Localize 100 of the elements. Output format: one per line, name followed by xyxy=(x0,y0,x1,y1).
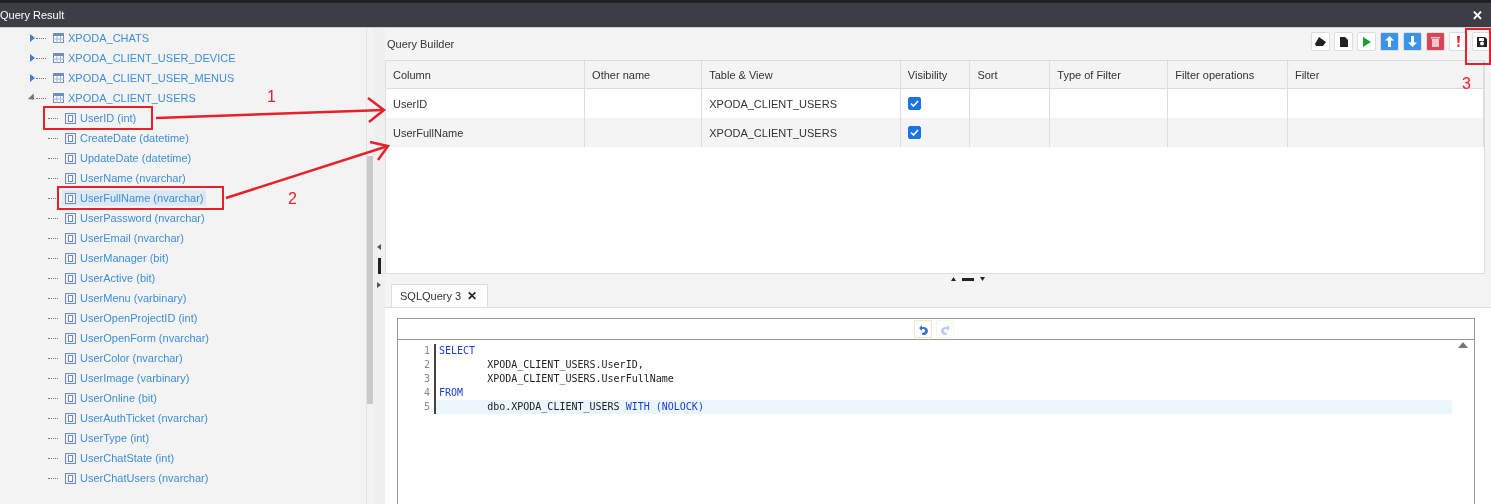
column-header[interactable]: Sort xyxy=(969,61,1050,89)
tree-item[interactable]: UserManager (bit) xyxy=(62,250,172,266)
delete-button[interactable] xyxy=(1426,32,1445,51)
column-header[interactable]: Column xyxy=(386,61,585,89)
tree-item[interactable]: UserOpenProjectID (int) xyxy=(62,310,201,326)
tree-item[interactable]: UserChatUsers (nvarchar) xyxy=(62,470,212,486)
column-header[interactable]: Visibility xyxy=(900,61,970,89)
scrollbar-thumb[interactable] xyxy=(367,156,373,404)
code-line: XPODA_CLIENT_USERS.UserID, xyxy=(486,358,645,372)
close-tab-button[interactable]: ✕ xyxy=(467,289,478,303)
column-icon xyxy=(65,192,76,204)
table-cell: UserFullName xyxy=(386,118,585,147)
column-header[interactable]: Filter operations xyxy=(1167,61,1288,89)
move-up-button[interactable] xyxy=(1380,32,1399,51)
tree-item[interactable]: UserPassword (nvarchar) xyxy=(62,210,208,226)
eraser-icon xyxy=(1315,37,1326,46)
column-icon xyxy=(65,132,76,144)
arrow-down-icon xyxy=(1408,36,1417,47)
expand-arrow-icon[interactable] xyxy=(30,34,35,42)
tree-item[interactable]: UserOpenForm (nvarchar) xyxy=(62,330,212,346)
column-icon xyxy=(65,332,76,344)
column-icon xyxy=(65,112,76,124)
trash-icon xyxy=(1431,36,1440,47)
column-header[interactable]: Type of Filter xyxy=(1049,61,1168,89)
tree-item[interactable]: XPODA_CLIENT_USER_MENUS xyxy=(50,70,238,86)
tree-item[interactable]: XPODA_CLIENT_USERS xyxy=(50,90,199,106)
tree-item[interactable]: UserType (int) xyxy=(62,430,153,446)
tree-item[interactable]: XPODA_CLIENT_USER_DEVICE xyxy=(50,50,239,66)
column-icon xyxy=(65,472,76,484)
splitter-handle-icon[interactable] xyxy=(377,258,381,274)
expand-right-icon[interactable] xyxy=(377,282,381,288)
arrow-up-icon xyxy=(1385,36,1394,47)
line-number: 2 xyxy=(398,358,436,372)
tree-item[interactable]: UserAuthTicket (nvarchar) xyxy=(62,410,211,426)
column-icon xyxy=(65,392,76,404)
scroll-up-icon[interactable] xyxy=(1458,342,1468,348)
column-icon xyxy=(65,212,76,224)
table-icon xyxy=(53,53,64,63)
clear-button[interactable] xyxy=(1311,32,1330,51)
tree-item[interactable]: UpdateDate (datetime) xyxy=(62,150,195,166)
new-button[interactable] xyxy=(1334,32,1353,51)
column-icon xyxy=(65,232,76,244)
column-header[interactable]: Other name xyxy=(584,61,702,89)
table-icon xyxy=(53,93,64,103)
visibility-checkbox[interactable] xyxy=(907,126,921,140)
table-cell: XPODA_CLIENT_USERS xyxy=(701,118,901,147)
document-icon xyxy=(1339,36,1348,47)
panel-title: Query Builder xyxy=(387,38,455,50)
tree-item[interactable]: UserColor (nvarchar) xyxy=(62,350,186,366)
column-icon xyxy=(65,432,76,444)
column-icon xyxy=(65,412,76,424)
column-icon xyxy=(65,292,76,304)
editor-tab[interactable]: SQLQuery 3 ✕ xyxy=(391,284,489,307)
column-icon xyxy=(65,152,76,164)
column-icon xyxy=(65,252,76,264)
visibility-checkbox[interactable] xyxy=(907,97,921,111)
expand-arrow-icon[interactable] xyxy=(30,54,35,62)
column-icon xyxy=(65,312,76,324)
tree-item[interactable]: UserName (nvarchar) xyxy=(62,170,189,186)
move-down-button[interactable] xyxy=(1403,32,1422,51)
splitter-handle-icon[interactable] xyxy=(962,277,974,281)
column-icon xyxy=(65,352,76,364)
collapse-left-icon[interactable] xyxy=(377,244,381,250)
redo-icon xyxy=(939,323,951,335)
tree-item[interactable]: CreateDate (datetime) xyxy=(62,130,192,146)
line-number: 3 xyxy=(398,372,436,386)
save-icon xyxy=(1476,36,1487,47)
column-header[interactable]: Table & View xyxy=(701,61,901,89)
column-icon xyxy=(65,272,76,284)
tab-label: SQLQuery 3 xyxy=(400,290,462,302)
tree-item[interactable]: UserFullName (nvarchar) xyxy=(62,190,207,206)
code-line: XPODA_CLIENT_USERS.UserFullName xyxy=(486,372,675,386)
tree-item[interactable]: UserEmail (nvarchar) xyxy=(62,230,187,246)
column-icon xyxy=(65,172,76,184)
tree-item[interactable]: UserImage (varbinary) xyxy=(62,370,193,386)
column-icon xyxy=(65,452,76,464)
expand-arrow-icon[interactable] xyxy=(30,74,35,82)
exclamation-icon xyxy=(1457,36,1460,47)
tree-item[interactable]: UserActive (bit) xyxy=(62,270,159,286)
tree-item[interactable]: UserChatState (int) xyxy=(62,450,178,466)
play-icon xyxy=(1362,36,1371,47)
annotation-number: 1 xyxy=(267,88,276,106)
highlight-frame xyxy=(1465,28,1491,65)
undo-button[interactable] xyxy=(914,320,932,338)
table-cell: UserID xyxy=(386,88,585,118)
expand-down-icon[interactable] xyxy=(980,277,985,281)
line-number: 1 xyxy=(398,344,436,358)
tree-item[interactable]: XPODA_CHATS xyxy=(50,30,153,46)
tree-item[interactable]: UserID (int) xyxy=(62,110,140,126)
window-title: Query Result xyxy=(0,9,65,21)
table-icon xyxy=(53,73,64,83)
annotation-number: 2 xyxy=(288,190,297,208)
table-icon xyxy=(53,33,64,43)
code-line: SELECT xyxy=(438,344,477,358)
undo-icon xyxy=(917,323,929,335)
tree-item[interactable]: UserOnline (bit) xyxy=(62,390,161,406)
column-icon xyxy=(65,372,76,384)
tree-item[interactable]: UserMenu (varbinary) xyxy=(62,290,190,306)
collapse-up-icon[interactable] xyxy=(951,277,956,281)
close-button[interactable]: ✕ xyxy=(1470,7,1485,23)
